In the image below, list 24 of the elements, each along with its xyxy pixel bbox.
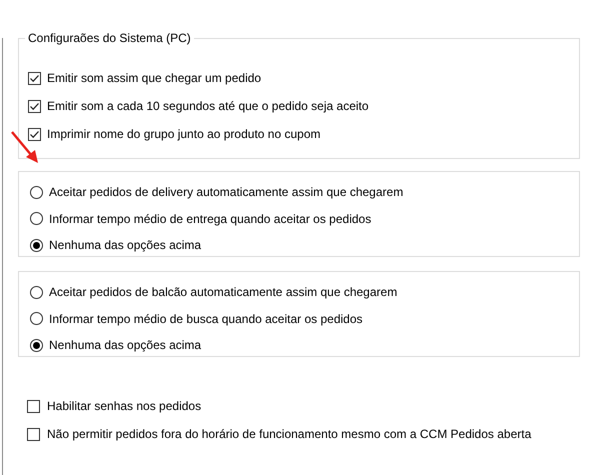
checkbox-label: Não permitir pedidos fora do horário de funcionamento mesmo com a CCM Pedidos aberta <box>47 427 532 441</box>
checkbox[interactable] <box>28 100 41 112</box>
radio-label: Nenhuma das opções acima <box>49 238 202 252</box>
radio-label: Aceitar pedidos de balcão automaticamente assim que chegarem <box>49 285 398 300</box>
radio-button[interactable] <box>30 286 43 299</box>
checkbox[interactable] <box>27 428 40 440</box>
checkbox-label: Habilitar senhas nos pedidos <box>47 399 202 413</box>
radio-button[interactable] <box>30 212 43 226</box>
checkbox[interactable] <box>28 72 41 84</box>
radio-label: Informar tempo médio de entrega quando aceitar os pedidos <box>49 212 372 226</box>
radio-button[interactable] <box>30 338 43 352</box>
checkbox-label: Emitir som a cada 10 segundos até que o pedido seja aceito <box>47 99 369 113</box>
checkbox-label: Imprimir nome do grupo junto ao produto no cupom <box>47 127 320 141</box>
checkbox-label: Emitir som assim que chegar um pedido <box>47 71 262 85</box>
arrow-drawing <box>10 130 40 165</box>
group-title: Configuraões do Sistema (PC) <box>25 31 194 45</box>
radio-button[interactable] <box>30 312 43 326</box>
radio-button[interactable] <box>30 238 43 252</box>
radio-label: Informar tempo médio de busca quando aceitar os pedidos <box>49 312 363 326</box>
checkbox[interactable] <box>28 128 41 140</box>
checkbox[interactable] <box>27 400 40 412</box>
radio-label: Aceitar pedidos de delivery automaticamente assim que chegarem <box>49 185 404 200</box>
radio-button[interactable] <box>30 186 43 199</box>
radio-label: Nenhuma das opções acima <box>49 338 202 352</box>
